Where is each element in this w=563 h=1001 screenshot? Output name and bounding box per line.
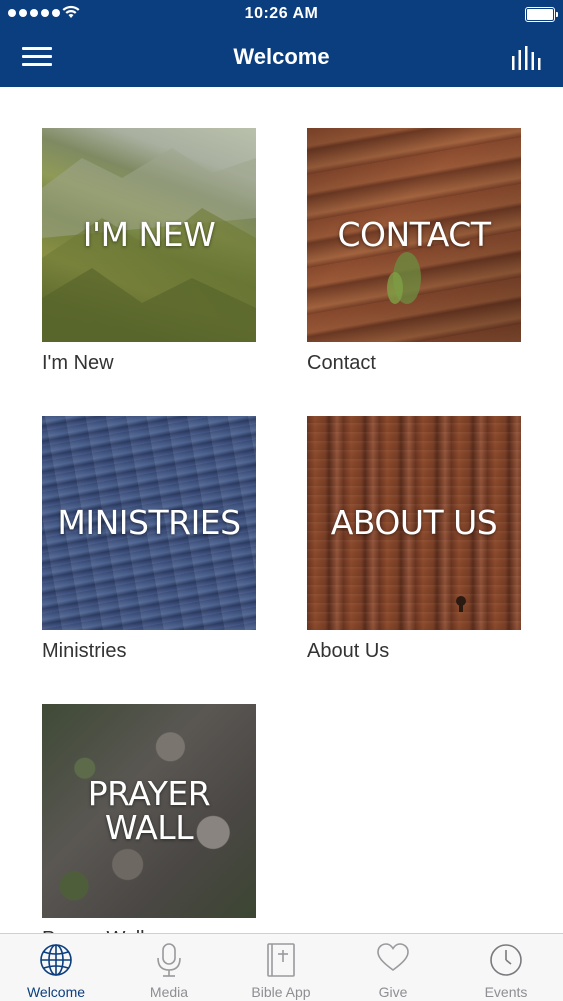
clock-icon	[490, 944, 522, 976]
tile-contact[interactable]: CONTACT	[307, 128, 521, 342]
tile-im-new[interactable]: I'M NEW	[42, 128, 256, 342]
tab-label: Give	[378, 984, 408, 1000]
tile-title: I'M NEW	[82, 215, 216, 254]
microphone-icon	[157, 943, 181, 977]
navigation-bar: Welcome	[0, 28, 563, 87]
tab-bible-app[interactable]: Bible App	[225, 934, 337, 1001]
hamburger-menu-icon[interactable]	[22, 45, 52, 69]
tab-label: Welcome	[26, 984, 86, 1000]
tab-label: Events	[484, 984, 528, 1000]
tile-ministries[interactable]: MINISTRIES	[42, 416, 256, 630]
tile-caption: I'm New	[42, 352, 114, 374]
bible-icon	[267, 943, 295, 977]
tile-title: CONTACT	[337, 215, 492, 254]
tile-title: PRAYER WALL	[87, 774, 211, 847]
page-title: Welcome	[233, 44, 330, 69]
tile-about-us[interactable]: ABOUT US	[307, 416, 521, 630]
tile-caption: Contact	[307, 352, 376, 374]
tile-caption: About Us	[307, 640, 390, 662]
status-bar: 10:26 AM	[0, 0, 563, 28]
tile-caption: Ministries	[42, 640, 127, 662]
tile-title: MINISTRIES	[57, 503, 241, 542]
tab-events[interactable]: Events	[450, 934, 562, 1001]
globe-icon	[40, 944, 72, 976]
heart-icon	[377, 943, 409, 971]
tab-give[interactable]: Give	[337, 934, 449, 1001]
tab-label: Media	[149, 984, 189, 1000]
tile-prayer-wall[interactable]: PRAYER WALL	[42, 704, 256, 918]
tile-title: ABOUT US	[330, 503, 498, 542]
status-time: 10:26 AM	[244, 5, 319, 22]
tab-welcome[interactable]: Welcome	[0, 934, 112, 1001]
tab-label: Bible App	[251, 984, 311, 1000]
battery-icon	[525, 7, 558, 22]
tab-bar: Welcome Media Bible App Give Events	[0, 933, 563, 1001]
tab-media[interactable]: Media	[113, 934, 225, 1001]
audio-bars-icon[interactable]	[511, 46, 543, 70]
